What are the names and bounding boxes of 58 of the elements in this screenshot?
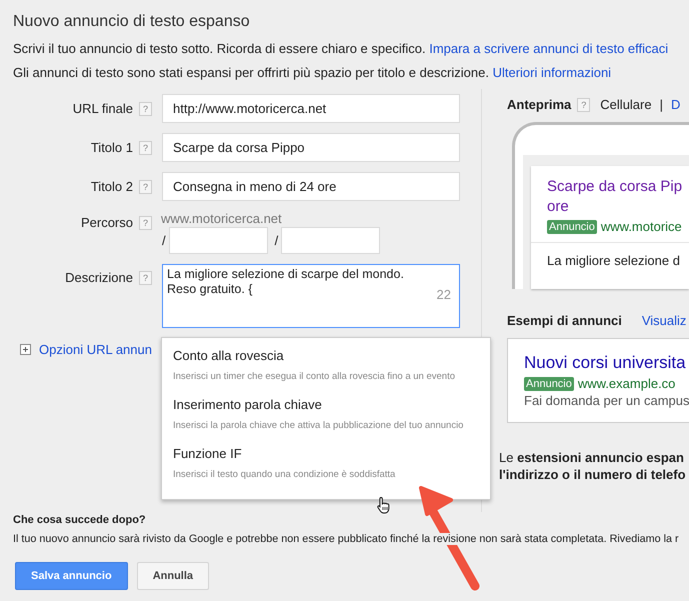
path-field[interactable] [281, 227, 380, 254]
menu-item-description: Inserisci la parola chiave che attiva la pubblicazione del tuo annuncio [173, 420, 464, 431]
extensions-note: Le estensioni annuncio espan [499, 449, 685, 466]
menu-item-title: Inserimento parola chiave [173, 397, 323, 412]
preview-label: Anteprima [507, 97, 572, 112]
extensions-note: l'indirizzo o il numero di telefo [499, 466, 687, 483]
path-separator: / [274, 233, 278, 248]
menu-item-description: Inserisci un timer che esegua il conto alla rovescia fino a un evento [173, 371, 456, 382]
page-title: Nuovo annuncio di testo espanso [13, 13, 251, 31]
menu-item[interactable]: Inserimento parola chiave Inserisci la parola chiave che attiva la pubblicazione del tuo annuncio [162, 391, 490, 440]
menu-item-title: Funzione IF [173, 446, 243, 461]
help-icon[interactable]: ? [139, 216, 152, 230]
menu-item[interactable]: Funzione IF Inserisci il testo quando una condizione è soddisfatta [162, 440, 490, 489]
description-field[interactable]: La migliore selezione di scarpe del mondo. Reso gratuito. { 22 [162, 264, 460, 328]
save-button[interactable]: Salva annuncio [15, 562, 128, 590]
path-field[interactable] [168, 227, 268, 254]
ad-badge: Annuncio [547, 220, 597, 234]
text-field[interactable]: http://www.motoricerca.net [162, 94, 460, 123]
section-title: Che cosa succede dopo? [13, 514, 147, 526]
domain-text: www.motoricerca.net [161, 211, 283, 226]
ad-badge: Annuncio [524, 376, 574, 390]
field-label: Titolo 2 [90, 179, 133, 194]
help-icon[interactable]: ? [139, 270, 152, 284]
device-tab[interactable]: D [671, 97, 680, 112]
intro-text: Scrivi il tuo annuncio di testo sotto. Ricorda di essere chiaro e specifico. Impara a scrivere annunci di testo efficaci [13, 41, 670, 56]
help-link[interactable]: Impara a scrivere annunci di testo efficaci [429, 41, 668, 56]
url-options-link[interactable]: Opzioni URL annun [39, 342, 152, 357]
ad-url: www.motorice [600, 219, 682, 234]
field-label: Descrizione [65, 270, 133, 285]
path-separator: / [162, 233, 166, 248]
description-text: La migliore selezione di scarpe del mondo. Reso gratuito. { [167, 267, 405, 297]
help-link[interactable]: Ulteriori informazioni [492, 65, 612, 80]
text-field[interactable]: Consegna in meno di 24 ore [162, 172, 460, 201]
field-label: Percorso [80, 215, 133, 230]
menu-item[interactable]: Conto alla rovescia Inserisci un timer che esegua il conto alla rovescia fino a un evento [162, 342, 490, 391]
view-link[interactable]: Visualiz [642, 313, 686, 328]
field-label: Titolo 1 [90, 140, 133, 155]
review-note: Il tuo nuovo annuncio sarà rivisto da Google e potrebbe non essere pubblicato finché la revisione non sarà stata completata. Rivediamo la r [13, 533, 679, 545]
help-icon[interactable]: ? [139, 140, 152, 154]
ad-title: Nuovi corsi universita [524, 353, 687, 373]
examples-label: Esempi di annunci [507, 313, 622, 328]
help-icon[interactable]: ? [139, 180, 152, 194]
character-counter: 22 [436, 287, 451, 302]
text-field[interactable]: Scarpe da corsa Pippo [162, 133, 460, 162]
intro-text: Gli annunci di testo sono stati espansi per offrirti più spazio per titolo e descrizione. Ulteriori informazioni [13, 65, 612, 80]
device-tab[interactable]: Cellulare [600, 97, 652, 112]
tab-separator: | [660, 97, 663, 112]
help-icon[interactable]: ? [577, 98, 590, 112]
cancel-button[interactable]: Annulla [136, 562, 210, 590]
ad-description: Fai domanda per un campus [524, 393, 689, 408]
ad-title: Scarpe da corsa Pip ore [546, 177, 684, 217]
help-icon[interactable]: ? [139, 102, 152, 116]
field-label: URL finale [72, 101, 133, 116]
menu-item-title: Conto alla rovescia [173, 348, 285, 363]
ad-url: www.example.co [578, 376, 676, 391]
ad-description: La migliore selezione d [546, 252, 681, 268]
menu-item-description: Inserisci il testo quando una condizione è soddisfatta [173, 469, 396, 480]
plus-box-icon[interactable] [20, 344, 31, 355]
